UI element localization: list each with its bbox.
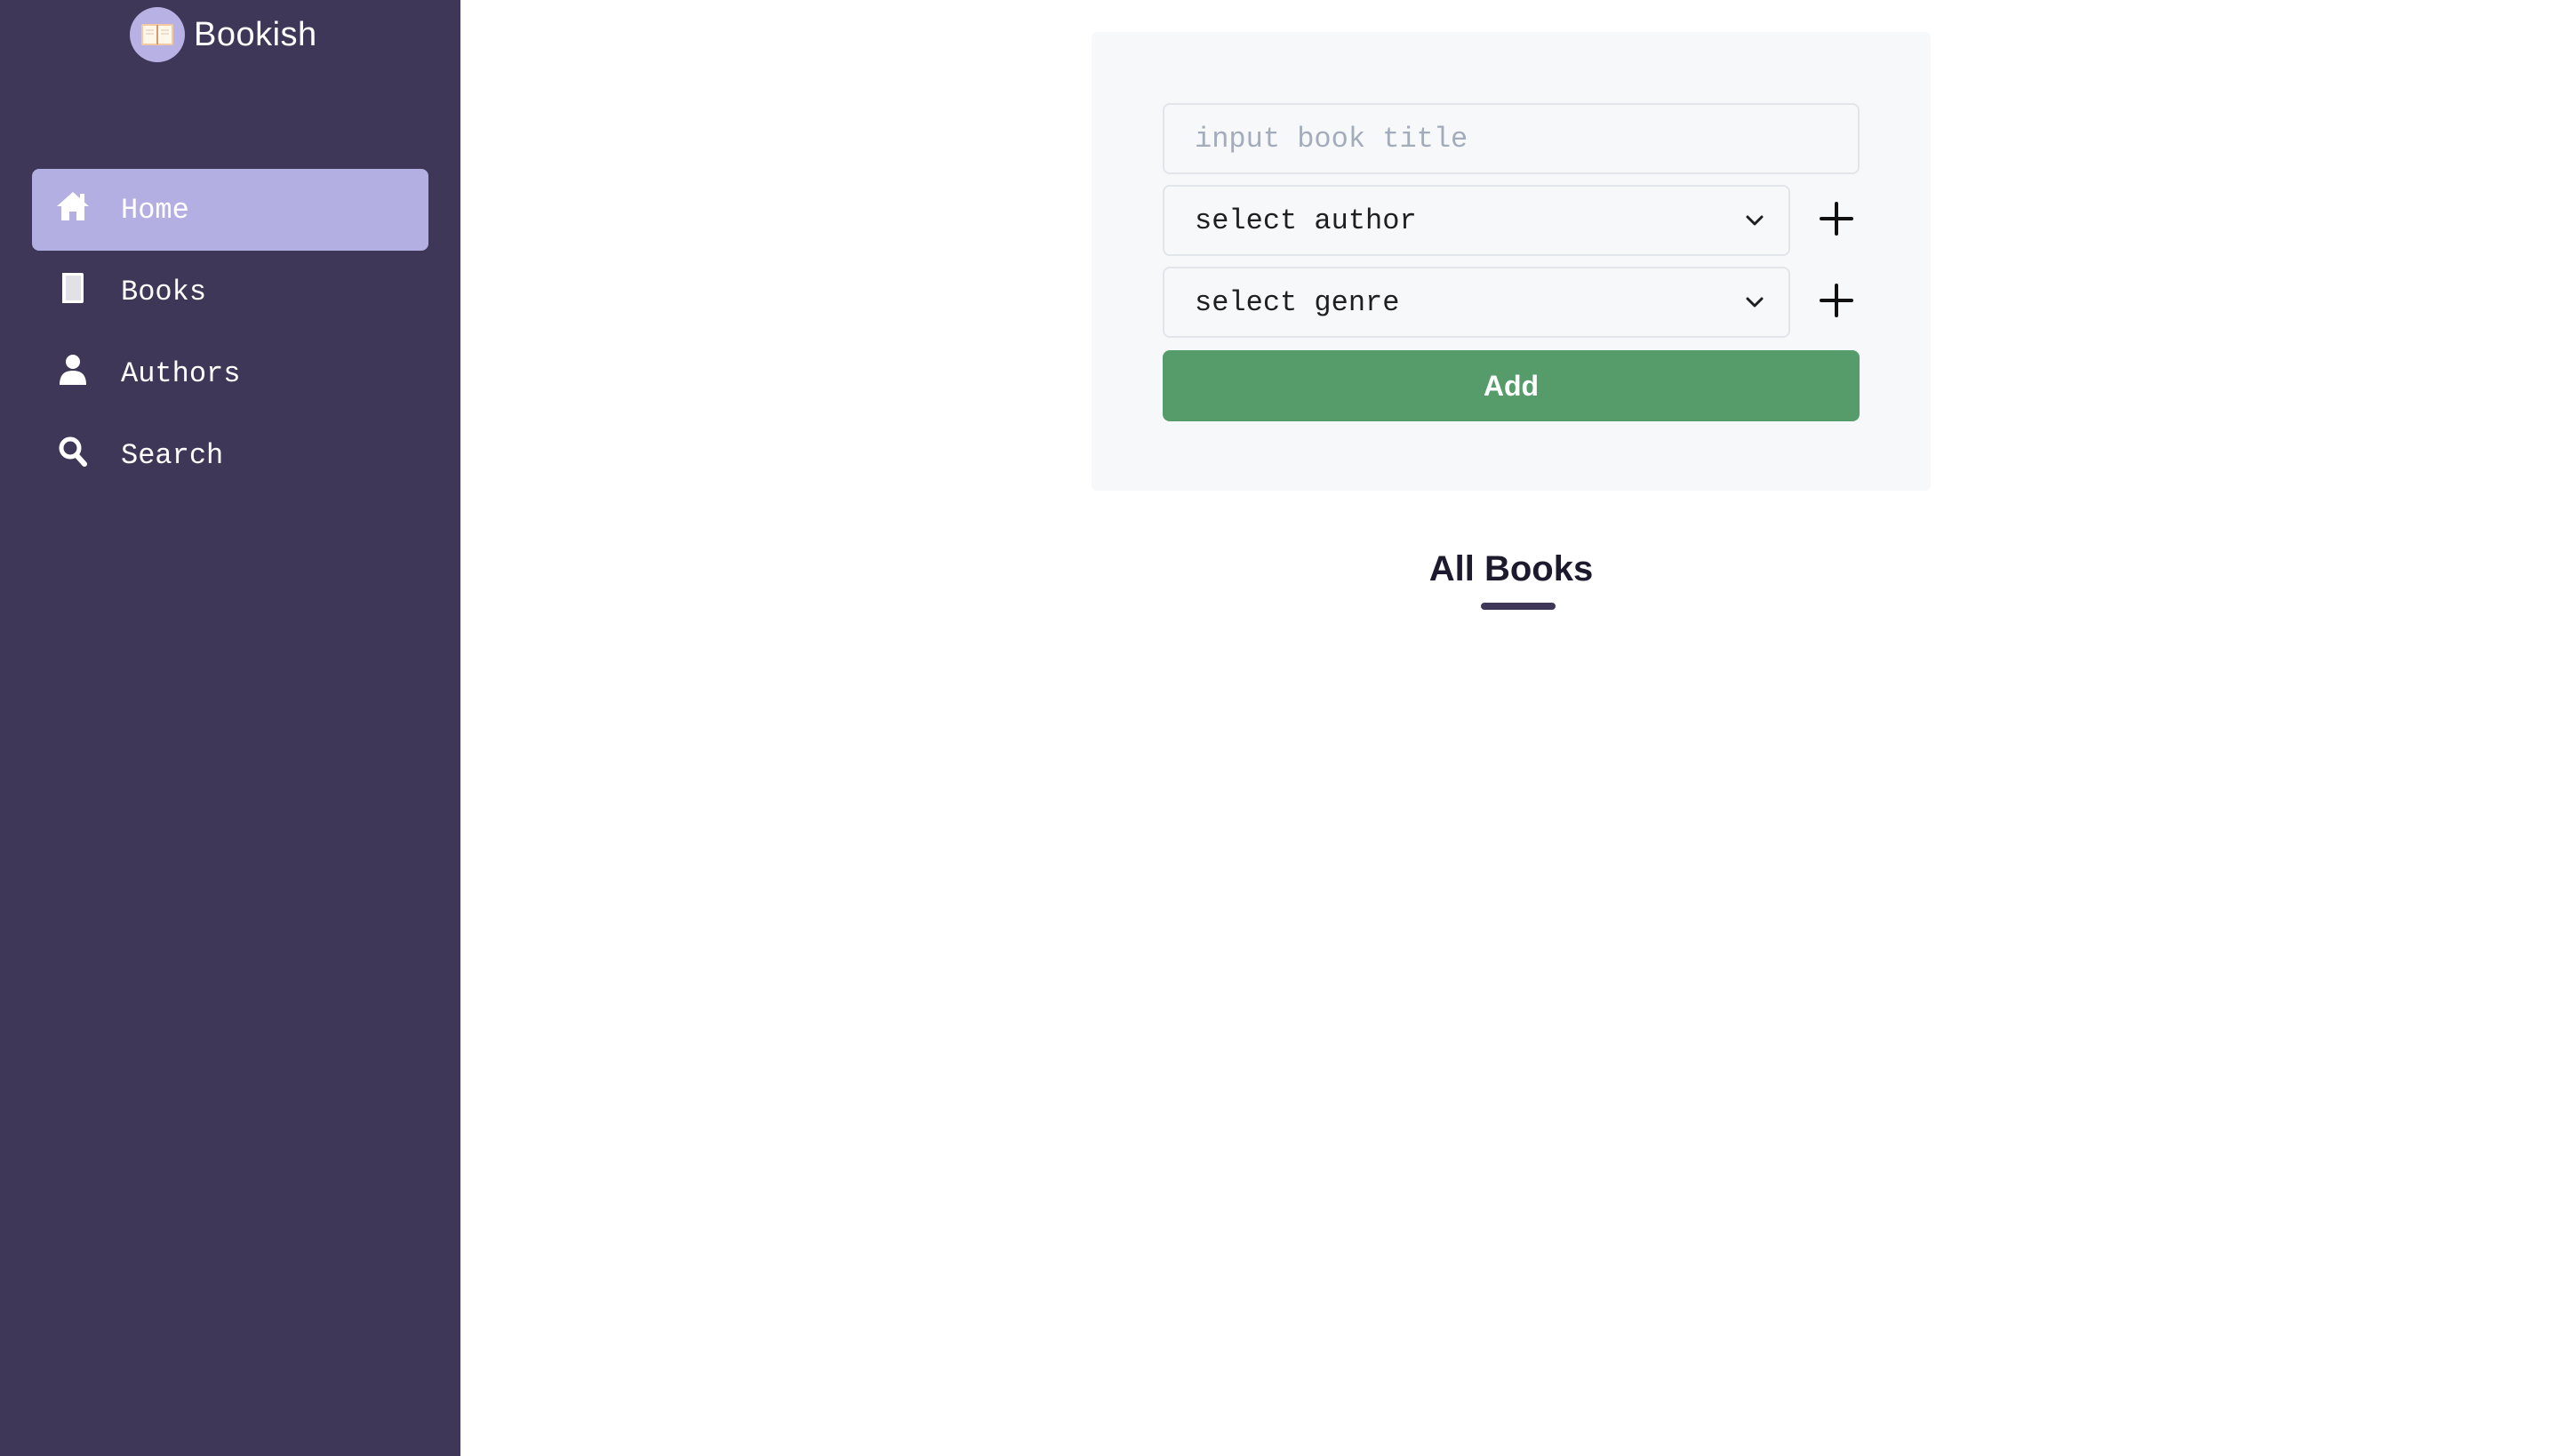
author-select-value: select author — [1195, 204, 1417, 237]
home-icon — [52, 185, 94, 228]
user-icon — [52, 348, 94, 391]
author-select[interactable]: select author — [1163, 185, 1790, 256]
sidebar-item-label: Books — [121, 275, 207, 308]
book-icon — [52, 267, 94, 309]
add-book-form: select author select genre — [1092, 32, 1931, 491]
app-root: Bookish Home Books Authors Search input … — [0, 0, 2560, 1456]
book-title-input[interactable] — [1163, 103, 1860, 174]
sidebar-item-label: Home — [121, 193, 189, 227]
genre-select[interactable]: select genre — [1163, 267, 1790, 338]
sidebar-item-books[interactable]: Books — [32, 251, 428, 332]
add-author-button[interactable] — [1810, 194, 1863, 247]
plus-icon — [1819, 283, 1854, 323]
plus-icon — [1819, 201, 1854, 241]
chevron-down-icon — [1742, 290, 1767, 315]
add-genre-button[interactable] — [1810, 276, 1863, 329]
all-books-heading: All Books — [1428, 549, 1594, 588]
open-book-icon — [130, 7, 185, 62]
sidebar: Bookish Home Books Authors Search — [0, 0, 460, 1456]
chevron-down-icon — [1742, 208, 1767, 233]
sidebar-item-search[interactable]: Search — [32, 414, 428, 496]
brand[interactable]: Bookish — [130, 7, 317, 62]
sidebar-item-home[interactable]: Home — [32, 169, 428, 251]
sidebar-item-authors[interactable]: Authors — [32, 332, 428, 414]
genre-select-value: select genre — [1195, 285, 1400, 319]
sidebar-item-label: Authors — [121, 356, 241, 390]
heading-underline — [1481, 603, 1556, 610]
author-select-row: select author — [1163, 185, 1860, 256]
search-icon — [52, 430, 94, 473]
sidebar-item-label: Search — [121, 438, 224, 472]
genre-select-row: select genre — [1163, 267, 1860, 338]
add-book-button[interactable]: Add — [1163, 350, 1860, 421]
sidebar-nav: Home Books Authors Search — [32, 169, 428, 496]
brand-title: Bookish — [194, 15, 317, 53]
